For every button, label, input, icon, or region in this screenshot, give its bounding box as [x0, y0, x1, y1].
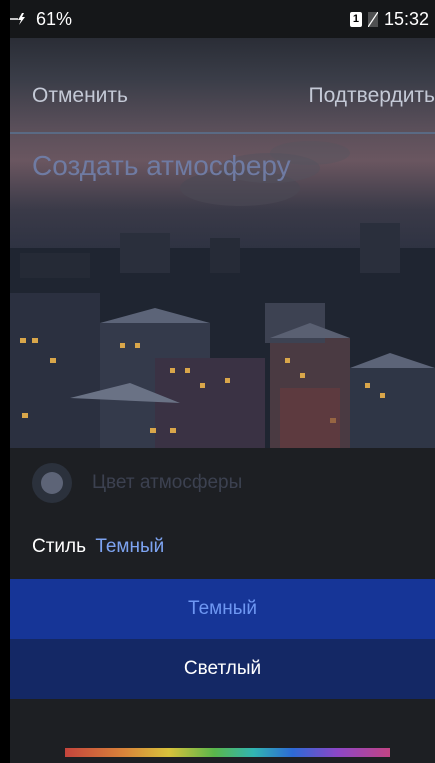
style-option-dark[interactable]: Темный	[10, 579, 435, 639]
top-action-bar: Отменить Подтвердить	[10, 76, 435, 116]
cancel-button[interactable]: Отменить	[32, 84, 128, 108]
sim-badge: 1	[349, 11, 362, 27]
status-left: 61%	[10, 9, 72, 30]
style-current-value: Темный	[95, 536, 165, 557]
style-option-light-label: Светлый	[183, 658, 262, 679]
header-divider	[10, 132, 435, 134]
signal-icon	[367, 11, 378, 27]
battery-percent: 61%	[36, 8, 73, 29]
style-option-light[interactable]: Светлый	[10, 639, 435, 699]
page-title: Создать атмосферу	[32, 150, 291, 181]
color-swatch	[41, 472, 63, 494]
phone-screen: 61% 1 15:32 Отменить Подтвердить Создать…	[0, 0, 435, 763]
style-option-dark-label: Темный	[188, 598, 257, 619]
color-spectrum-strip[interactable]	[65, 748, 390, 757]
atmosphere-color-label: Цвет атмосферы	[92, 472, 243, 493]
style-row: Стиль Темный	[32, 536, 164, 558]
confirm-button[interactable]: Подтвердить	[308, 84, 435, 108]
style-label: Стиль	[32, 536, 87, 557]
atmosphere-color-row[interactable]: Цвет атмосферы	[32, 463, 242, 503]
status-bar: 61% 1 15:32	[10, 0, 435, 38]
color-picker-dot[interactable]	[32, 463, 72, 503]
status-right: 1 15:32	[349, 8, 429, 30]
clock-time: 15:32	[383, 8, 429, 29]
charging-icon	[10, 13, 25, 25]
